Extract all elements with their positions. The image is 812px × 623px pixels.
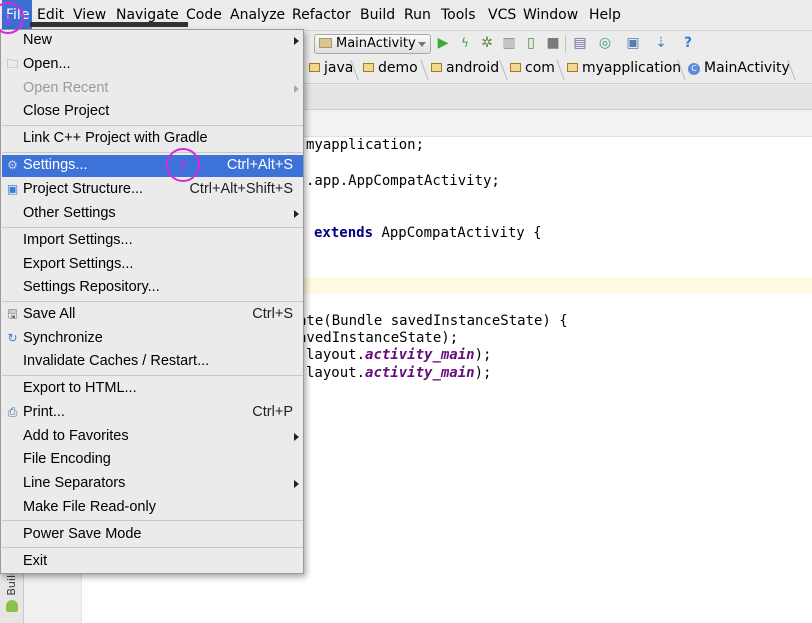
- menu-tools[interactable]: Tools: [441, 7, 476, 23]
- menu-item-exit[interactable]: Exit: [2, 551, 303, 573]
- sdk-manager-icon[interactable]: ⇣: [654, 36, 668, 50]
- android-module-icon: [319, 38, 332, 48]
- menu-run[interactable]: Run: [404, 7, 431, 23]
- menu-item-add-favorites[interactable]: Add to Favorites: [2, 426, 303, 448]
- debug-icon[interactable]: ✲: [480, 36, 494, 50]
- submenu-arrow-icon: [294, 37, 299, 45]
- run-icon[interactable]: ▶: [436, 36, 450, 50]
- menu-vcs[interactable]: VCS: [488, 7, 516, 23]
- menu-item-settings[interactable]: ⚙ Settings... Ctrl+Alt+S: [2, 155, 303, 177]
- menu-separator: [2, 520, 303, 521]
- menu-separator: [2, 125, 303, 126]
- menu-separator: [2, 547, 303, 548]
- android-icon: [6, 600, 18, 612]
- menu-item-power-save[interactable]: Power Save Mode: [2, 524, 303, 546]
- menubar-shadow: [30, 22, 188, 27]
- menu-separator: [2, 227, 303, 228]
- folder-icon: [431, 63, 442, 72]
- menu-item-project-structure[interactable]: ▣ Project Structure... Ctrl+Alt+Shift+S: [2, 179, 303, 201]
- menu-item-print[interactable]: ⎙ Print... Ctrl+P: [2, 402, 303, 424]
- build-variants-tab[interactable]: Build: [2, 568, 22, 623]
- folder-icon: [567, 63, 578, 72]
- code-line: ate(Bundle savedInstanceState) {: [298, 313, 568, 329]
- run-config-label: MainActivity: [336, 36, 416, 51]
- menu-item-invalidate-caches[interactable]: Invalidate Caches / Restart...: [2, 351, 303, 373]
- menu-item-import-settings[interactable]: Import Settings...: [2, 230, 303, 252]
- menu-refactor[interactable]: Refactor: [292, 7, 351, 23]
- attach-debugger-icon[interactable]: ▯: [524, 36, 538, 50]
- folder-icon: [510, 63, 521, 72]
- breadcrumb-myapplication[interactable]: myapplication: [563, 60, 685, 80]
- code-line: layout.activity_main);: [306, 365, 492, 381]
- breadcrumb-mainactivity[interactable]: C MainActivity: [684, 60, 794, 80]
- code-line: extends AppCompatActivity {: [314, 225, 542, 241]
- menu-code[interactable]: Code: [186, 7, 222, 23]
- printer-icon: ⎙: [7, 405, 18, 419]
- submenu-arrow-icon: [294, 480, 299, 488]
- menu-item-save-all[interactable]: 🖫 Save All Ctrl+S: [2, 304, 303, 326]
- menu-bar: File Edit View Navigate Code Analyze Ref…: [0, 0, 812, 31]
- menu-item-make-read-only[interactable]: Make File Read-only: [2, 497, 303, 519]
- save-icon: 🖫: [7, 307, 18, 321]
- code-line: myapplication;: [306, 137, 425, 153]
- folder-icon: [309, 63, 320, 72]
- menu-separator: [2, 152, 303, 153]
- chevron-down-icon: [418, 42, 426, 47]
- menu-item-open[interactable]: 🗀 Open...: [2, 54, 303, 76]
- submenu-arrow-icon: [294, 85, 299, 93]
- sync-icon: ↻: [7, 331, 18, 345]
- menu-item-settings-repository[interactable]: Settings Repository...: [2, 277, 303, 299]
- menu-item-export-html[interactable]: Export to HTML...: [2, 378, 303, 400]
- menu-help[interactable]: Help: [589, 7, 621, 23]
- run-config-select[interactable]: MainActivity: [314, 34, 431, 54]
- project-structure-icon[interactable]: ▣: [626, 36, 640, 50]
- code-line: avedInstanceState);: [298, 330, 459, 346]
- folder-icon: [363, 63, 374, 72]
- menu-item-new[interactable]: New: [2, 30, 303, 52]
- menu-view[interactable]: View: [73, 7, 106, 23]
- menu-edit[interactable]: Edit: [37, 7, 64, 23]
- menu-build[interactable]: Build: [360, 7, 395, 23]
- menu-item-export-settings[interactable]: Export Settings...: [2, 254, 303, 276]
- menu-analyze[interactable]: Analyze: [230, 7, 285, 23]
- folder-open-icon: 🗀: [6, 57, 19, 71]
- profile-icon[interactable]: ▥: [502, 36, 516, 50]
- menu-item-open-recent: Open Recent: [2, 78, 303, 100]
- menu-item-link-cpp[interactable]: Link C++ Project with Gradle: [2, 128, 303, 150]
- avd-manager-icon[interactable]: ▤: [573, 36, 587, 50]
- code-line: .app.AppCompatActivity;: [306, 173, 500, 189]
- project-structure-icon: ▣: [6, 182, 19, 196]
- stop-icon[interactable]: ■: [546, 36, 560, 50]
- menu-separator: [2, 301, 303, 302]
- menu-item-synchronize[interactable]: ↻ Synchronize: [2, 328, 303, 350]
- file-menu: New 🗀 Open... Open Recent Close Project L…: [0, 29, 304, 574]
- step-marker-2: 2: [166, 148, 200, 182]
- submenu-arrow-icon: [294, 433, 299, 441]
- menu-separator: [2, 375, 303, 376]
- submenu-arrow-icon: [294, 210, 299, 218]
- menu-item-close-project[interactable]: Close Project: [2, 101, 303, 123]
- menu-item-other-settings[interactable]: Other Settings: [2, 203, 303, 225]
- code-line: layout.activity_main);: [306, 347, 492, 363]
- sync-gradle-icon[interactable]: ◎: [598, 36, 612, 50]
- menu-item-file-encoding[interactable]: File Encoding: [2, 449, 303, 471]
- menu-window[interactable]: Window: [523, 7, 578, 23]
- toolbar-separator: [565, 35, 566, 53]
- menu-navigate[interactable]: Navigate: [116, 7, 179, 23]
- help-icon[interactable]: ?: [681, 36, 695, 50]
- menu-item-line-separators[interactable]: Line Separators: [2, 473, 303, 495]
- wrench-icon: ⚙: [7, 158, 18, 172]
- class-icon: C: [688, 63, 700, 75]
- apply-changes-icon[interactable]: ϟ: [458, 36, 472, 50]
